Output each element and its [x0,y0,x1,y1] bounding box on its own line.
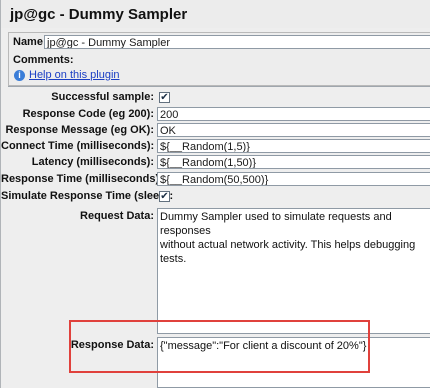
info-icon: i [14,70,25,81]
response-time-input[interactable]: ${__Random(50,500)} [157,172,430,186]
simulate-response-time-checkbox[interactable]: ✔ [159,191,170,202]
connect-time-label: Connect Time (milliseconds): [1,140,155,152]
divider [8,86,430,87]
connect-time-input[interactable]: ${__Random(1,5)} [157,139,430,153]
name-comments-panel: Name: jp@gc - Dummy Sampler Comments: i … [8,32,430,86]
dummy-sampler-window: jp@gc - Dummy Sampler Name: jp@gc - Dumm… [0,0,430,388]
window-title: jp@gc - Dummy Sampler [10,6,188,23]
latency-label: Latency (milliseconds): [31,156,154,168]
simulate-response-time-label: Simulate Response Time (sleep): [1,190,174,202]
name-label: Name: [13,36,47,48]
request-data-textarea[interactable]: Dummy Sampler used to simulate requests … [157,208,430,334]
response-message-label: Response Message (eg OK): [5,124,154,136]
request-data-line: Dummy Sampler used to simulate requests … [160,211,392,237]
successful-sample-label: Successful sample: [51,91,154,103]
response-message-input[interactable]: OK [157,123,430,137]
response-time-label: Response Time (milliseconds): [1,173,163,185]
response-data-highlight [69,320,370,373]
help-link[interactable]: Help on this plugin [29,69,120,81]
latency-input[interactable]: ${__Random(1,50)} [157,155,430,169]
response-code-label: Response Code (eg 200): [22,108,154,120]
name-input[interactable]: jp@gc - Dummy Sampler [44,35,430,49]
request-data-line: without actual network activity. This he… [160,239,416,265]
title-bar: jp@gc - Dummy Sampler [1,0,430,28]
successful-sample-checkbox[interactable]: ✔ [159,92,170,103]
request-data-label: Request Data: [80,210,154,222]
response-code-input[interactable]: 200 [157,107,430,121]
comments-label: Comments: [13,54,74,66]
